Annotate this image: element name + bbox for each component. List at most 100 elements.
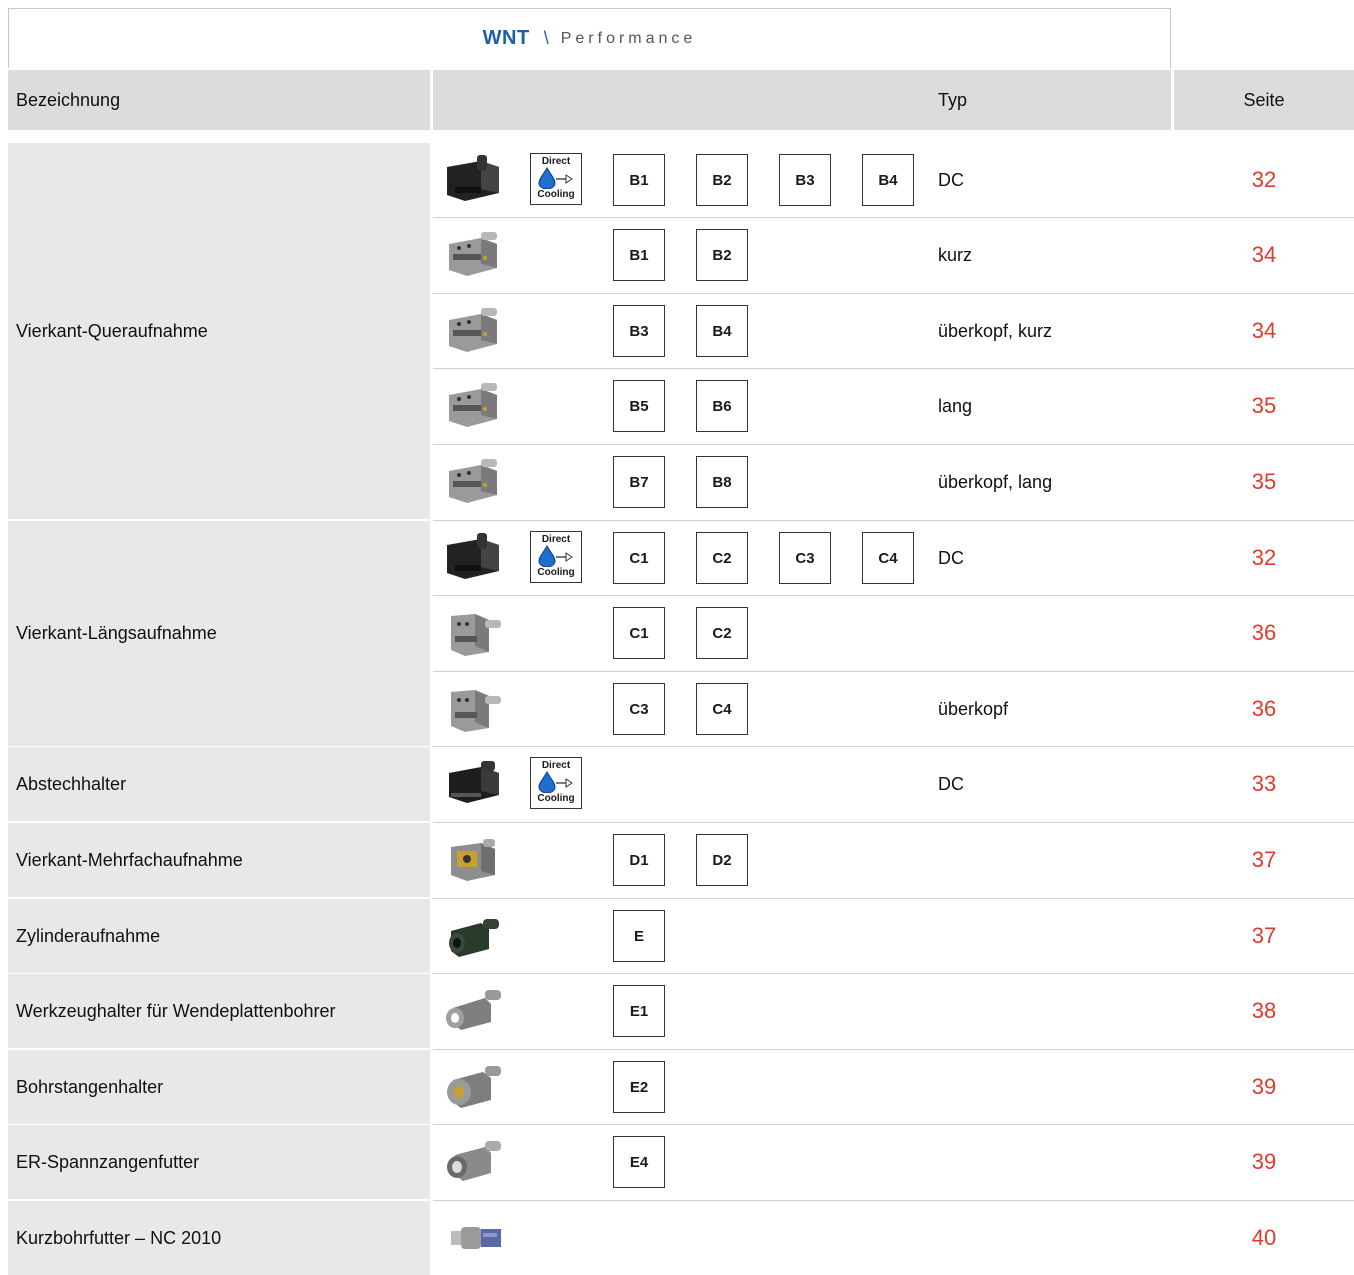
group-label: Kurzbohrfutter – NC 2010: [8, 1201, 430, 1275]
row-divider: [433, 1200, 1354, 1201]
vdi-multi-holder-icon: [441, 833, 505, 887]
coolant-drop-arrow-icon: [531, 771, 581, 793]
table-row: B3 B4 überkopf, kurz 34: [433, 294, 1354, 368]
type-description: lang: [938, 395, 973, 416]
type-code-box: B8: [696, 456, 748, 508]
type-code-box: B2: [696, 229, 748, 281]
brand-subtitle: Performance: [560, 29, 697, 47]
table-row: C3 C4 überkopf 36: [433, 672, 1354, 746]
column-header-name: Bezeichnung: [8, 70, 430, 130]
vdi-block-axial-icon: [441, 682, 505, 736]
row-divider: [433, 746, 1354, 747]
table-row: E1 38: [433, 974, 1354, 1048]
row-divider: [433, 1124, 1354, 1125]
page-number-link[interactable]: 34: [1174, 294, 1354, 368]
row-divider: [433, 822, 1354, 823]
type-code-box: E1: [613, 985, 665, 1037]
vdi-boring-bar-holder-icon: [441, 1060, 505, 1114]
table-row: D1 D2 37: [433, 823, 1354, 897]
type-description: DC: [938, 547, 964, 568]
coolant-drop-arrow-icon: [531, 545, 581, 567]
vdi-cylinder-holder-icon: [441, 909, 505, 963]
type-code-box: B3: [779, 154, 831, 206]
type-code-box: C3: [779, 532, 831, 584]
table-row: Direct Cooling B1 B2 B3 B4 DC 32: [433, 143, 1354, 217]
vdi-short-drill-chuck-icon: [441, 1211, 505, 1265]
page-number-link[interactable]: 35: [1174, 369, 1354, 443]
table-row: 40: [433, 1201, 1354, 1275]
type-code-box: E2: [613, 1061, 665, 1113]
page-number-link[interactable]: 36: [1174, 596, 1354, 670]
type-code-box: B1: [613, 229, 665, 281]
group-label: ER-Spannzangenfutter: [8, 1125, 430, 1199]
type-code-box: B4: [696, 305, 748, 357]
table-row: B1 B2 kurz 34: [433, 218, 1354, 292]
vdi-block-radial-icon: [441, 304, 505, 358]
page-number-link[interactable]: 32: [1174, 521, 1354, 595]
page-number-link[interactable]: 36: [1174, 672, 1354, 746]
vdi-block-radial-icon: [441, 228, 505, 282]
vdi-block-axial-icon: [441, 606, 505, 660]
table-row: E4 39: [433, 1125, 1354, 1199]
group-label: Bohrstangenhalter: [8, 1050, 430, 1124]
brand-separator: \: [543, 28, 549, 48]
direct-cooling-label-bottom: Cooling: [537, 793, 575, 804]
page-number-link[interactable]: 37: [1174, 823, 1354, 897]
table-row: B5 B6 lang 35: [433, 369, 1354, 443]
column-header-type: Typ: [433, 70, 1171, 130]
type-code-box: B5: [613, 380, 665, 432]
page-number-link[interactable]: 35: [1174, 445, 1354, 519]
group-label: Vierkant-Mehrfachaufnahme: [8, 823, 430, 897]
type-code-box: C2: [696, 607, 748, 659]
type-description: kurz: [938, 244, 973, 265]
type-description: überkopf, kurz: [938, 320, 1053, 341]
type-code-box: C3: [613, 683, 665, 735]
row-divider: [433, 595, 1354, 596]
vdi-drill-holder-icon: [441, 984, 505, 1038]
page-number-link[interactable]: 40: [1174, 1201, 1354, 1275]
type-code-box: B1: [613, 154, 665, 206]
vdi-block-black-icon: [441, 153, 505, 207]
vdi-er-collet-chuck-icon: [441, 1135, 505, 1189]
vdi-block-black-icon: [441, 531, 505, 585]
direct-cooling-label-top: Direct: [541, 760, 571, 771]
row-divider: [433, 520, 1354, 521]
type-code-box: D1: [613, 834, 665, 886]
group-label: Vierkant-Längsaufnahme: [8, 521, 430, 746]
page-number-link[interactable]: 34: [1174, 218, 1354, 292]
row-divider: [433, 671, 1354, 672]
row-divider: [433, 217, 1354, 218]
page-number-link[interactable]: 39: [1174, 1125, 1354, 1199]
page-number-link[interactable]: 33: [1174, 747, 1354, 821]
page-number-link[interactable]: 37: [1174, 899, 1354, 973]
vdi-cutoff-black-icon: [441, 757, 505, 811]
direct-cooling-label-bottom: Cooling: [537, 567, 575, 578]
brand-logo: WNT: [482, 27, 530, 49]
brand-header: WNT \ Performance: [8, 8, 1171, 68]
table-row: E2 39: [433, 1050, 1354, 1124]
direct-cooling-badge: Direct Cooling: [530, 531, 582, 583]
table-row: Direct Cooling C1 C2 C3 C4 DC 32: [433, 521, 1354, 595]
type-code-box: B2: [696, 154, 748, 206]
page-number-link[interactable]: 38: [1174, 974, 1354, 1048]
row-divider: [433, 293, 1354, 294]
row-divider: [433, 898, 1354, 899]
type-code-box: B3: [613, 305, 665, 357]
type-description: überkopf, lang: [938, 471, 1053, 492]
row-divider: [433, 368, 1354, 369]
type-code-box: E: [613, 910, 665, 962]
row-divider: [433, 973, 1354, 974]
direct-cooling-badge: Direct Cooling: [530, 757, 582, 809]
row-divider: [433, 1049, 1354, 1050]
type-code-box: B6: [696, 380, 748, 432]
page-number-link[interactable]: 39: [1174, 1050, 1354, 1124]
type-code-box: C4: [862, 532, 914, 584]
type-code-box: C1: [613, 607, 665, 659]
page-number-link[interactable]: 32: [1174, 143, 1354, 217]
type-description: überkopf: [938, 698, 1009, 719]
direct-cooling-badge: Direct Cooling: [530, 153, 582, 205]
type-code-box: E4: [613, 1136, 665, 1188]
table-row: B7 B8 überkopf, lang 35: [433, 445, 1354, 519]
table-row: C1 C2 36: [433, 596, 1354, 670]
vdi-block-radial-icon: [441, 455, 505, 509]
